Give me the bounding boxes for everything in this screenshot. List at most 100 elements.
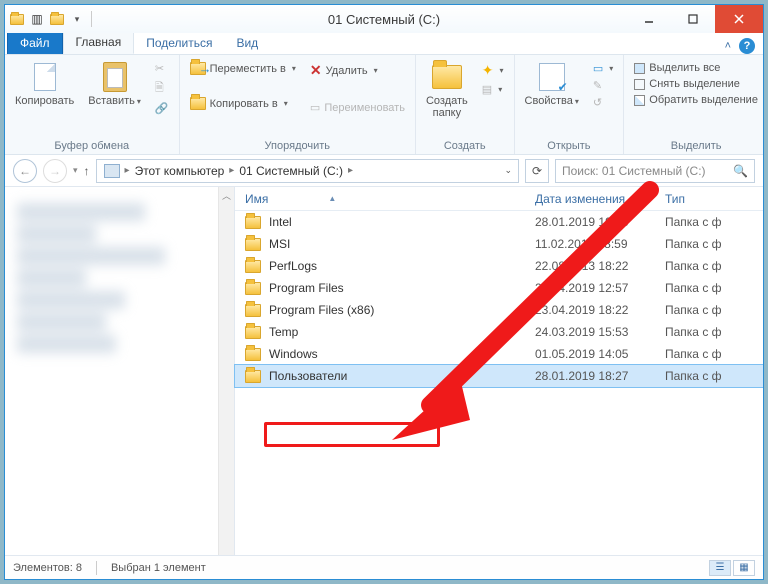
properties-button[interactable]: ✔ Свойства▾	[521, 59, 583, 109]
file-name: Temp	[269, 325, 298, 339]
copy-to-button[interactable]: Копировать в▾	[186, 96, 300, 111]
help-icon[interactable]: ?	[739, 38, 755, 54]
file-type: Папка с ф	[665, 303, 763, 317]
select-none-button[interactable]: Снять выделение	[630, 77, 762, 91]
close-button[interactable]	[715, 5, 763, 33]
folder-icon	[245, 348, 261, 361]
status-count: Элементов: 8	[13, 562, 82, 574]
copy-button[interactable]: Копировать	[11, 59, 78, 109]
tree-scrollbar[interactable]: ︿	[218, 187, 234, 555]
easyaccess-icon: ▤	[482, 83, 492, 96]
status-bar: Элементов: 8 Выбран 1 элемент ☰ ▦	[5, 555, 763, 579]
group-clipboard: Копировать Вставить▾ ✂ 🗎 🔗 Буфер обмена	[5, 55, 180, 154]
open-button[interactable]: ▭▾	[589, 61, 617, 76]
move-to-button[interactable]: →Переместить в▾	[186, 61, 300, 76]
table-row[interactable]: PerfLogs22.08.2013 18:22Папка с ф	[235, 255, 763, 277]
minimize-button[interactable]	[627, 5, 671, 33]
tab-file[interactable]: Файл	[7, 32, 63, 54]
maximize-button[interactable]	[671, 5, 715, 33]
up-button[interactable]: ↑	[84, 164, 90, 178]
paste-shortcut-button[interactable]: 🔗	[151, 101, 173, 116]
newitem-icon: ✦	[482, 62, 494, 79]
table-row[interactable]: MSI11.02.2019 18:59Папка с ф	[235, 233, 763, 255]
file-name: PerfLogs	[269, 259, 317, 273]
table-row[interactable]: Temp24.03.2019 15:53Папка с ф	[235, 321, 763, 343]
table-row[interactable]: Program Files29.04.2019 12:57Папка с ф	[235, 277, 763, 299]
file-type: Папка с ф	[665, 347, 763, 361]
qat-properties-icon[interactable]: ▥	[29, 11, 45, 27]
refresh-button[interactable]: ⟳	[525, 159, 549, 183]
search-input[interactable]: Поиск: 01 Системный (C:) 🔍	[555, 159, 755, 183]
recent-locations-button[interactable]: ▾	[73, 165, 78, 176]
bc-this-pc[interactable]: Этот компьютер	[132, 164, 228, 178]
table-row[interactable]: Пользователи 28.01.2019 18:27Папка с ф	[235, 365, 763, 387]
folder-icon	[245, 282, 261, 295]
titlebar: ▥ ▾ 01 Системный (C:)	[5, 5, 763, 33]
file-name: Windows	[269, 347, 318, 361]
qat-customize-icon[interactable]: ▾	[69, 11, 85, 27]
table-row[interactable]: Windows01.05.2019 14:05Папка с ф	[235, 343, 763, 365]
navbar: ← → ▾ ↑ ▸ Этот компьютер ▸ 01 Системный …	[5, 155, 763, 187]
rows-container: Intel28.01.2019 19:28Папка с фMSI11.02.2…	[235, 211, 763, 387]
easy-access-button[interactable]: ▤▾	[478, 82, 508, 97]
col-type[interactable]: Тип	[665, 192, 763, 206]
sort-asc-icon: ▲	[328, 194, 336, 203]
view-large-button[interactable]: ▦	[733, 560, 755, 576]
group-open: ✔ Свойства▾ ▭▾ ✎ ↺ Открыть	[515, 55, 625, 154]
page-icon: 🗎	[155, 79, 164, 98]
view-details-button[interactable]: ☰	[709, 560, 731, 576]
bc-dropdown-icon[interactable]: ⌄	[504, 165, 512, 176]
selectall-icon	[634, 63, 645, 74]
navigation-pane[interactable]: ︿	[5, 187, 235, 555]
copyto-icon	[190, 97, 206, 110]
window-controls	[627, 5, 763, 33]
copy-path-button[interactable]: 🗎	[151, 78, 173, 99]
explorer-window: ▥ ▾ 01 Системный (C:) Файл Главная Подел…	[4, 4, 764, 580]
file-date: 23.04.2019 18:22	[535, 303, 665, 317]
file-name: MSI	[269, 237, 290, 251]
folder-icon	[245, 304, 261, 317]
file-date: 28.01.2019 18:27	[535, 369, 665, 383]
delete-button[interactable]: ✕Удалить▾	[306, 61, 409, 80]
col-date[interactable]: Дата изменения	[535, 192, 665, 206]
invert-selection-button[interactable]: Обратить выделение	[630, 93, 762, 107]
tab-home[interactable]: Главная	[63, 31, 135, 54]
folder-icon	[245, 326, 261, 339]
search-placeholder: Поиск: 01 Системный (C:)	[562, 164, 706, 178]
new-item-button[interactable]: ✦▾	[478, 61, 508, 80]
file-name: Пользователи	[269, 369, 347, 383]
file-type: Папка с ф	[665, 215, 763, 229]
col-name[interactable]: Имя	[245, 192, 268, 206]
back-button[interactable]: ←	[13, 159, 37, 183]
tab-view[interactable]: Вид	[224, 33, 270, 54]
search-icon[interactable]: 🔍	[733, 164, 748, 178]
tab-share[interactable]: Поделиться	[134, 33, 224, 54]
delete-icon: ✕	[310, 62, 322, 79]
table-row[interactable]: Program Files (x86)23.04.2019 18:22Папка…	[235, 299, 763, 321]
select-all-button[interactable]: Выделить все	[630, 61, 762, 75]
new-folder-button[interactable]: Создать папку	[422, 59, 472, 121]
forward-button[interactable]: →	[43, 159, 67, 183]
file-type: Папка с ф	[665, 369, 763, 383]
rename-button[interactable]: ▭Переименовать	[306, 100, 409, 115]
folder-icon	[245, 260, 261, 273]
bc-pc-icon[interactable]	[101, 164, 123, 178]
file-type: Папка с ф	[665, 325, 763, 339]
breadcrumb[interactable]: ▸ Этот компьютер ▸ 01 Системный (C:) ▸ ⌄	[96, 159, 519, 183]
edit-icon: ✎	[593, 79, 602, 92]
table-row[interactable]: Intel28.01.2019 19:28Папка с ф	[235, 211, 763, 233]
history-button[interactable]: ↺	[589, 95, 617, 110]
paste-button[interactable]: Вставить▾	[84, 59, 145, 109]
column-headers[interactable]: Имя ▲ Дата изменения Тип	[235, 187, 763, 211]
file-type: Папка с ф	[665, 259, 763, 273]
edit-button[interactable]: ✎	[589, 78, 617, 93]
qat-newfolder-icon[interactable]	[49, 11, 65, 27]
selectnone-icon	[634, 79, 645, 90]
history-icon: ↺	[593, 96, 602, 109]
window-title: 01 Системный (C:)	[328, 12, 440, 27]
cut-button[interactable]: ✂	[151, 61, 173, 76]
status-selected: Выбран 1 элемент	[111, 562, 206, 574]
bc-drive[interactable]: 01 Системный (C:)	[236, 164, 346, 178]
file-name: Intel	[269, 215, 292, 229]
ribbon-collapse-icon[interactable]: ˄	[725, 40, 731, 52]
